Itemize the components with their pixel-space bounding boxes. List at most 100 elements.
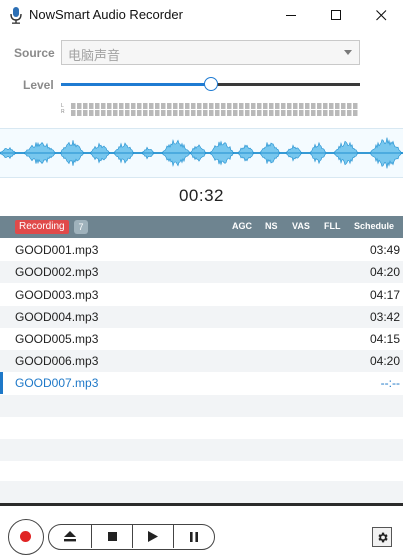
- meter-segment: [257, 110, 262, 116]
- meter-segment: [251, 110, 256, 116]
- column-vas[interactable]: VAS: [292, 221, 310, 231]
- meter-segment: [197, 110, 202, 116]
- meter-segment: [281, 103, 286, 109]
- meter-segment: [287, 103, 292, 109]
- file-name: GOOD004.mp3: [15, 310, 99, 324]
- column-agc[interactable]: AGC: [232, 221, 252, 231]
- eject-icon: [64, 531, 76, 542]
- meter-segment: [113, 103, 118, 109]
- meter-segment: [89, 110, 94, 116]
- list-item[interactable]: GOOD006.mp3 04:20: [0, 350, 403, 372]
- empty-row: [0, 481, 403, 503]
- close-button[interactable]: [358, 0, 403, 30]
- meter-segment: [245, 103, 250, 109]
- meter-segment: [317, 103, 322, 109]
- meter-segment: [233, 103, 238, 109]
- meter-segment: [119, 110, 124, 116]
- pause-button[interactable]: [174, 525, 214, 548]
- meter-segment: [293, 103, 298, 109]
- meter-segment: [185, 103, 190, 109]
- meter-segment: [281, 110, 286, 116]
- meter-segment: [149, 110, 154, 116]
- meter-segment: [353, 103, 358, 109]
- meter-segment: [239, 110, 244, 116]
- meter-segment: [311, 103, 316, 109]
- meter-segment: [137, 110, 142, 116]
- meter-segment: [305, 103, 310, 109]
- file-duration: 04:20: [369, 265, 400, 279]
- file-name: GOOD002.mp3: [15, 265, 99, 279]
- meter-segment: [239, 103, 244, 109]
- meter-segment: [245, 110, 250, 116]
- eject-button[interactable]: [49, 525, 91, 548]
- empty-row: [0, 417, 403, 439]
- meter-segment: [95, 110, 100, 116]
- transport-controls: [48, 524, 215, 550]
- waveform-display: [0, 128, 403, 178]
- recording-timer: 00:32: [178, 186, 225, 205]
- list-item[interactable]: GOOD003.mp3 04:17: [0, 284, 403, 306]
- file-name: GOOD003.mp3: [15, 288, 99, 302]
- column-fll[interactable]: FLL: [324, 221, 341, 231]
- meter-segment: [71, 103, 76, 109]
- meter-segment: [221, 110, 226, 116]
- maximize-button[interactable]: [313, 0, 359, 30]
- list-item-active[interactable]: GOOD007.mp3 --:--: [0, 372, 403, 394]
- column-schedule[interactable]: Schedule: [354, 221, 394, 231]
- meter-segment: [191, 103, 196, 109]
- meter-segment: [167, 110, 172, 116]
- meter-segment: [209, 103, 214, 109]
- empty-row: [0, 395, 403, 417]
- meter-segment: [131, 103, 136, 109]
- meter-segment: [131, 110, 136, 116]
- stop-button[interactable]: [92, 525, 132, 548]
- maximize-icon: [330, 9, 341, 20]
- meter-segment: [185, 110, 190, 116]
- meter-segment: [101, 110, 106, 116]
- meter-segment: [263, 110, 268, 116]
- window-title: NowSmart Audio Recorder: [29, 7, 183, 22]
- meter-segment: [299, 110, 304, 116]
- meter-right-label: R: [61, 109, 65, 115]
- list-item[interactable]: GOOD004.mp3 03:42: [0, 306, 403, 328]
- meter-segment: [125, 110, 130, 116]
- meter-channel-labels: L R: [61, 103, 65, 115]
- meter-segment: [71, 110, 76, 116]
- column-ns[interactable]: NS: [265, 221, 278, 231]
- play-button[interactable]: [133, 525, 173, 548]
- meter-segment: [83, 110, 88, 116]
- meter-segment: [107, 103, 112, 109]
- meter-segment: [155, 103, 160, 109]
- record-icon: [20, 531, 31, 542]
- level-slider-thumb[interactable]: [203, 77, 218, 91]
- meter-segment: [197, 103, 202, 109]
- list-item[interactable]: GOOD002.mp3 04:20: [0, 261, 403, 283]
- waveform: [0, 137, 403, 169]
- list-item[interactable]: GOOD001.mp3 03:49: [0, 239, 403, 261]
- meter-segment: [149, 103, 154, 109]
- level-meter: L R: [61, 103, 360, 117]
- minimize-button[interactable]: [268, 0, 314, 30]
- source-label: Source: [14, 46, 55, 60]
- meter-segment: [83, 103, 88, 109]
- file-name: GOOD006.mp3: [15, 354, 99, 368]
- meter-segment: [167, 103, 172, 109]
- record-button[interactable]: [8, 519, 44, 555]
- meter-segment: [335, 103, 340, 109]
- meter-segment: [107, 110, 112, 116]
- file-duration: --:--: [380, 376, 400, 390]
- file-duration: 03:42: [369, 310, 400, 324]
- file-duration: 04:15: [369, 332, 400, 346]
- source-dropdown[interactable]: 电脑声音: [61, 40, 360, 65]
- meter-bars: [71, 103, 358, 116]
- meter-segment: [227, 110, 232, 116]
- meter-segment: [119, 103, 124, 109]
- settings-button[interactable]: [372, 527, 392, 547]
- file-duration: 03:49: [369, 243, 400, 257]
- meter-segment: [347, 103, 352, 109]
- list-header: Recording 7 AGC NS VAS FLL Schedule: [0, 216, 403, 238]
- meter-segment: [113, 110, 118, 116]
- list-item[interactable]: GOOD005.mp3 04:15: [0, 328, 403, 350]
- file-name: GOOD001.mp3: [15, 243, 99, 257]
- meter-segment: [275, 110, 280, 116]
